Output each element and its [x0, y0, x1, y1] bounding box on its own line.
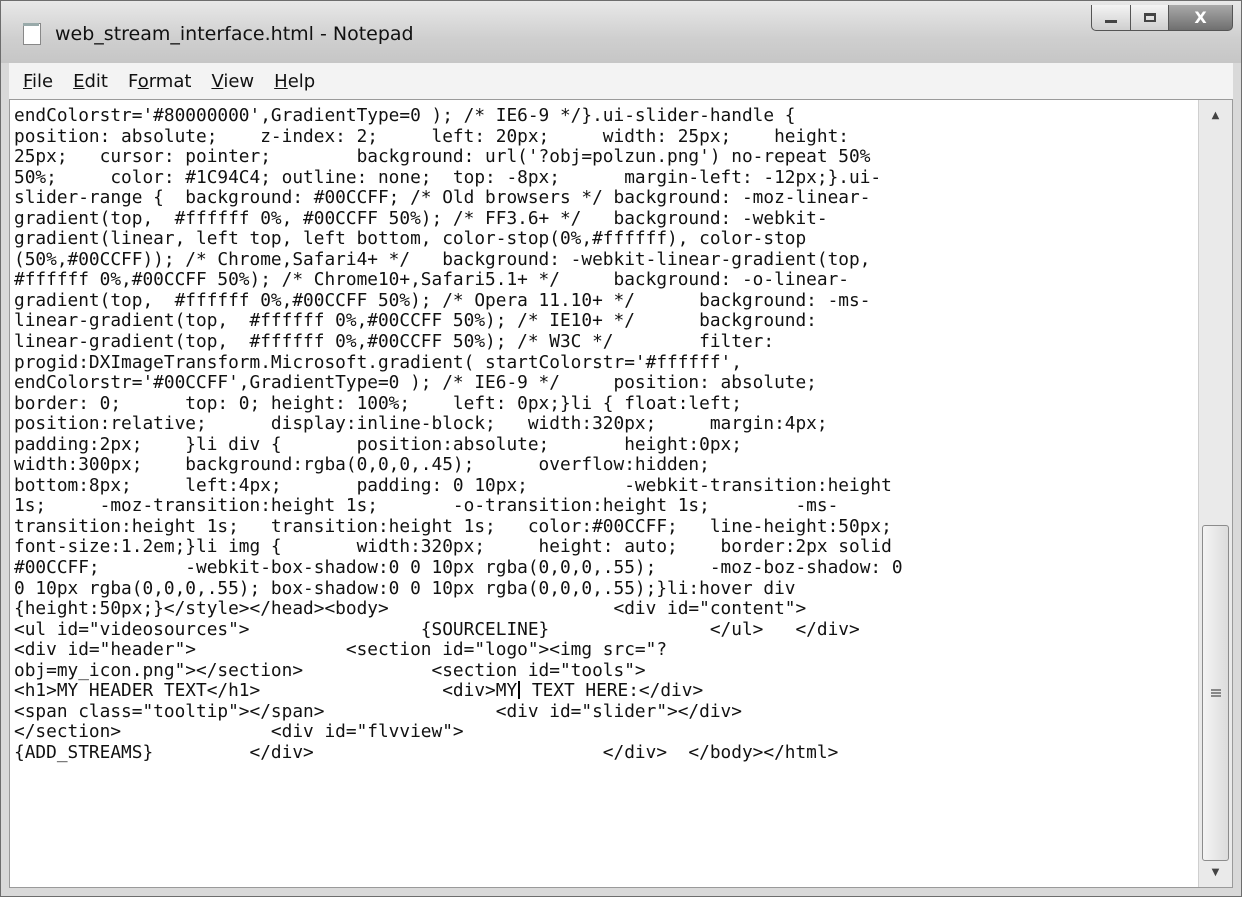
editor-text-area[interactable]: endColorstr='#80000000',GradientType=0 )…	[14, 106, 1192, 887]
editor-line: padding:2px; }li div { position:absolute…	[14, 433, 742, 455]
editor-line: position: absolute; z-index: 2; left: 20…	[14, 125, 850, 147]
editor-line: </section> <div id="flvview">	[14, 721, 464, 743]
menu-view-accel: V	[211, 70, 224, 92]
scroll-up-button[interactable]: ▲	[1199, 100, 1232, 130]
notepad-window: web_stream_interface.html - Notepad X Fi…	[0, 0, 1242, 897]
editor-line: bottom:8px; left:4px; padding: 0 10px; -…	[14, 474, 892, 496]
editor-line: #ffffff 0%,#00CCFF 50%); /* Chrome10+,Sa…	[14, 269, 850, 291]
editor-line: linear-gradient(top, #ffffff 0%,#00CCFF …	[14, 310, 817, 332]
editor-line: gradient(top, #ffffff 0%, #00CCFF 50%); …	[14, 207, 828, 229]
notepad-app-icon	[23, 23, 41, 45]
editor-line: #00CCFF; -webkit-box-shadow:0 0 10px rgb…	[14, 557, 903, 579]
scroll-down-arrow-icon: ▼	[1211, 866, 1220, 878]
grip-icon	[1210, 689, 1221, 697]
minimize-button[interactable]	[1091, 5, 1131, 31]
editor-line: (50%,#00CCFF)); /* Chrome,Safari4+ */ ba…	[14, 248, 871, 270]
menu-format-pre: F	[127, 70, 138, 92]
menu-view-label: iew	[223, 70, 255, 92]
editor-line: progid:DXImageTransform.Microsoft.gradie…	[14, 351, 742, 373]
line-text-after-caret: TEXT HERE:</div>	[521, 680, 704, 702]
editor-line: transition:height 1s; transition:height …	[14, 515, 892, 537]
editor-line: endColorstr='#00CCFF',GradientType=0 ); …	[14, 372, 817, 394]
editor-line: gradient(linear, left top, left bottom, …	[14, 228, 807, 250]
title-bar[interactable]: web_stream_interface.html - Notepad X	[1, 1, 1241, 63]
editor-line: endColorstr='#80000000',GradientType=0 )…	[14, 106, 796, 126]
menu-view[interactable]: View	[201, 71, 264, 92]
menu-help-accel: H	[274, 70, 288, 92]
editor-line: {height:50px;}</style></head><body> <div…	[14, 598, 807, 620]
close-icon: X	[1194, 8, 1207, 27]
line-text-before-caret: <h1>MY HEADER TEXT</h1> <div>MY	[14, 680, 518, 702]
menu-edit-label: dit	[84, 70, 108, 92]
window-controls: X	[1091, 5, 1233, 31]
editor-line: {ADD_STREAMS} </div> </div> </body></htm…	[14, 741, 839, 763]
scrollbar-thumb[interactable]	[1202, 525, 1229, 861]
close-button[interactable]: X	[1169, 5, 1233, 31]
editor-line: 0 10px rgba(0,0,0,.55); box-shadow:0 0 1…	[14, 577, 796, 599]
editor-line: border: 0; top: 0; height: 100%; left: 0…	[14, 392, 742, 414]
vertical-scrollbar[interactable]: ▲ ▼	[1198, 100, 1232, 887]
menu-file[interactable]: File	[13, 71, 63, 92]
editor-line: width:300px; background:rgba(0,0,0,.45);…	[14, 454, 710, 476]
editor-line: gradient(top, #ffffff 0%,#00CCFF 50%); /…	[14, 289, 871, 311]
scroll-down-button[interactable]: ▼	[1199, 857, 1232, 887]
editor-line: font-size:1.2em;}li img { width:320px; h…	[14, 536, 892, 558]
editor-line: position:relative; display:inline-block;…	[14, 413, 828, 435]
editor-line: <ul id="videosources"> {SOURCELINE} </ul…	[14, 618, 860, 640]
editor-line: 1s; -moz-transition:height 1s; -o-transi…	[14, 495, 839, 517]
window-title: web_stream_interface.html - Notepad	[55, 23, 414, 45]
editor-line: <h1>MY HEADER TEXT</h1> <div>MY TEXT HER…	[14, 681, 1192, 702]
menu-format-accel: o	[137, 70, 149, 92]
editor-line: <span class="tooltip"></span> <div id="s…	[14, 700, 742, 722]
menu-help-label: elp	[287, 70, 316, 92]
maximize-icon	[1143, 13, 1156, 22]
menu-file-accel: F	[23, 70, 33, 92]
editor-line: linear-gradient(top, #ffffff 0%,#00CCFF …	[14, 331, 775, 353]
editor-line: 50%; color: #1C94C4; outline: none; top:…	[14, 166, 882, 188]
scroll-up-arrow-icon: ▲	[1211, 109, 1220, 121]
menu-help[interactable]: Help	[264, 71, 325, 92]
editor-line: obj=my_icon.png"></section> <section id=…	[14, 659, 646, 681]
menu-edit[interactable]: Edit	[63, 71, 118, 92]
editor-line: slider-range { background: #00CCFF; /* O…	[14, 187, 871, 209]
menu-file-label: ile	[32, 70, 54, 92]
editor-line: 25px; cursor: pointer; background: url('…	[14, 146, 871, 168]
editor-line: <div id="header"> <section id="logo"><im…	[14, 639, 668, 661]
maximize-button[interactable]	[1131, 5, 1169, 31]
text-editor[interactable]: endColorstr='#80000000',GradientType=0 )…	[9, 99, 1233, 888]
minimize-icon	[1105, 20, 1117, 23]
menu-bar: File Edit Format View Help	[9, 63, 1233, 99]
menu-format[interactable]: Format	[118, 71, 201, 92]
text-caret	[518, 681, 521, 700]
menu-format-label: rmat	[148, 70, 192, 92]
menu-edit-accel: E	[73, 70, 85, 92]
